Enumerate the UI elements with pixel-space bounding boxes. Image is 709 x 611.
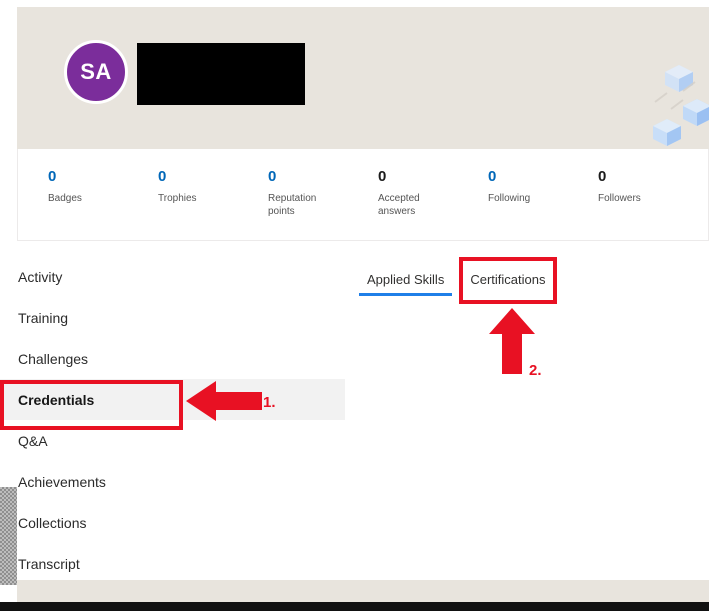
- avatar-initials: SA: [64, 40, 128, 104]
- stat-accepted-answers[interactable]: 0 Accepted answers: [378, 167, 488, 240]
- sidebar-item-label: Q&A: [18, 432, 48, 449]
- stat-followers[interactable]: 0 Followers: [598, 167, 708, 240]
- sidebar-item-achievements[interactable]: Achievements: [0, 461, 345, 502]
- stat-label: Trophies: [158, 193, 197, 204]
- page-footer-strip: [17, 580, 709, 602]
- annotation-number-1: 1.: [263, 394, 276, 411]
- profile-banner: SA: [17, 7, 709, 149]
- stat-value: 0: [488, 168, 497, 185]
- profile-stats: 0 Badges 0 Trophies 0 Reputation points …: [17, 149, 709, 241]
- tab-applied-skills[interactable]: Applied Skills: [359, 268, 453, 296]
- stat-value: 0: [268, 168, 277, 185]
- scrollbar[interactable]: [0, 487, 17, 585]
- stat-label: Following: [488, 193, 531, 204]
- sidebar-item-label: Activity: [18, 268, 63, 285]
- stat-value: 0: [378, 168, 387, 185]
- sidebar-item-label: Achievements: [18, 473, 106, 490]
- stat-reputation-points[interactable]: 0 Reputation points: [268, 167, 378, 240]
- tab-label: Applied Skills: [367, 272, 445, 287]
- avatar[interactable]: SA: [64, 40, 128, 104]
- stat-value: 0: [598, 168, 607, 185]
- sidebar-item-label: Training: [18, 309, 69, 326]
- window-bottom-bar: [0, 602, 709, 611]
- stat-label: Reputation points: [268, 193, 317, 217]
- sidebar-item-label: Challenges: [18, 350, 89, 367]
- annotation-box-credentials: [0, 380, 183, 430]
- stat-label: Accepted answers: [378, 193, 420, 217]
- stat-following[interactable]: 0 Following: [488, 167, 598, 240]
- sidebar-item-activity[interactable]: Activity: [0, 256, 345, 297]
- annotation-box-certifications: [459, 257, 557, 304]
- stat-trophies[interactable]: 0 Trophies: [158, 167, 268, 240]
- sidebar-item-training[interactable]: Training: [0, 297, 345, 338]
- sidebar-item-label: Transcript: [18, 555, 80, 572]
- stat-label: Followers: [598, 193, 641, 204]
- sidebar-item-label: Collections: [18, 514, 87, 531]
- profile-credentials-page: SA 0 Badges 0 Trophies 0 Reputation poin…: [0, 0, 709, 611]
- stat-badges[interactable]: 0 Badges: [48, 167, 158, 240]
- sidebar-item-collections[interactable]: Collections: [0, 502, 345, 543]
- annotation-number-2: 2.: [529, 362, 542, 379]
- redacted-username: [137, 43, 305, 105]
- stat-label: Badges: [48, 193, 82, 204]
- sidebar-item-challenges[interactable]: Challenges: [0, 338, 345, 379]
- annotation-arrow-left-icon: [186, 381, 262, 421]
- stat-value: 0: [48, 168, 57, 185]
- stat-value: 0: [158, 168, 167, 185]
- cubes-decoration-icon: [653, 65, 709, 146]
- sidebar-item-transcript[interactable]: Transcript: [0, 543, 345, 584]
